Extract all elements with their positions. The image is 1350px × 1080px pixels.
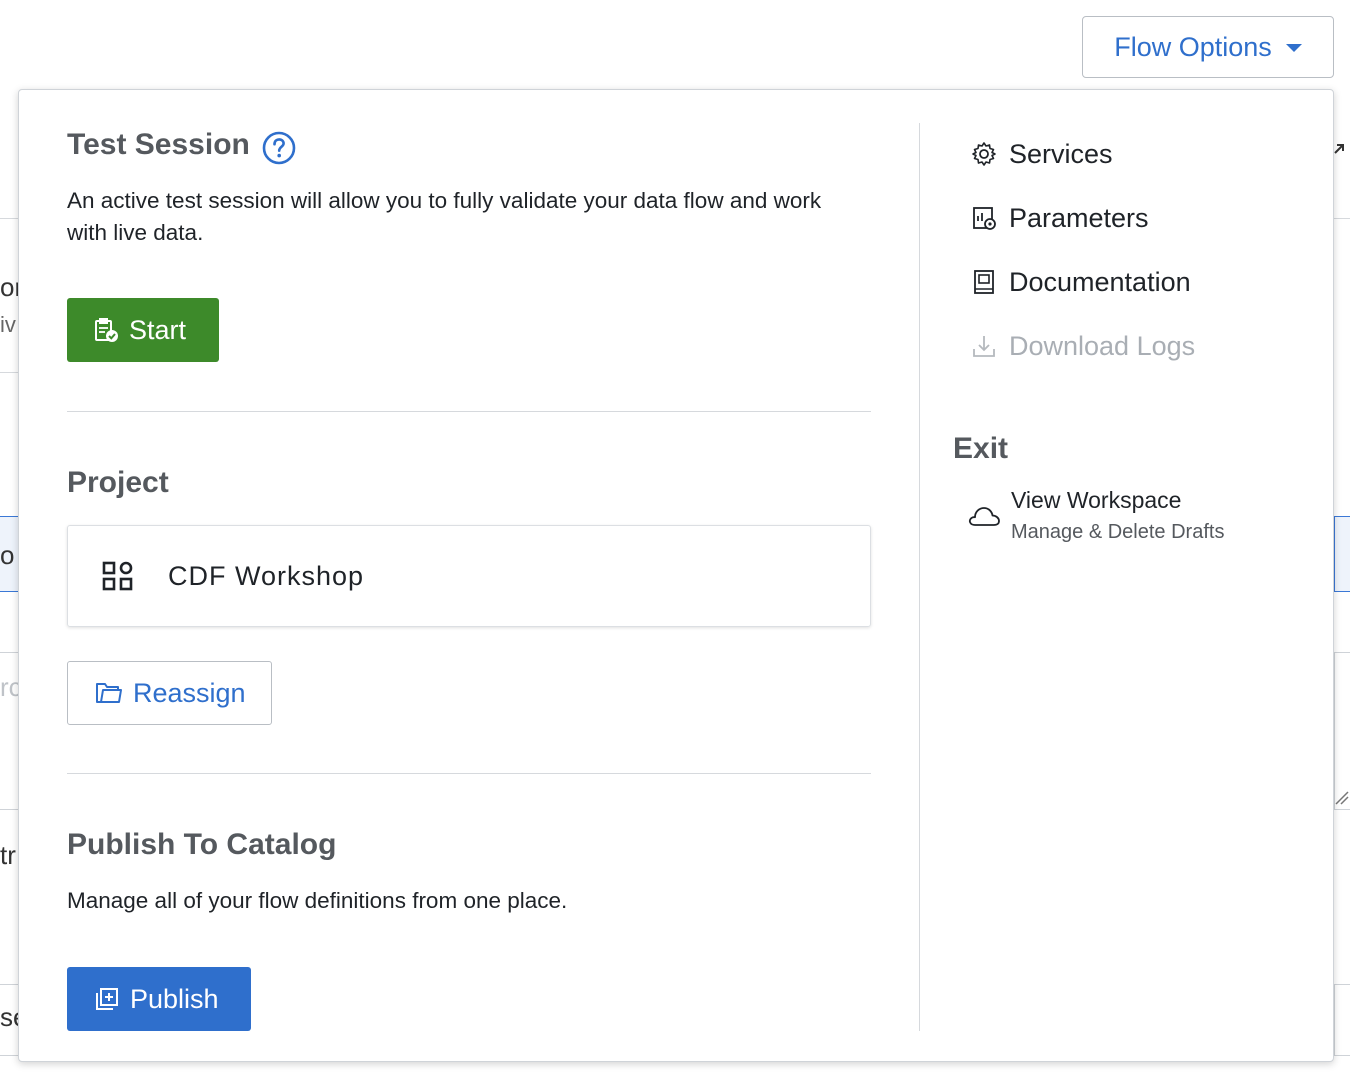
test-session-description: An active test session will allow you to…	[67, 188, 822, 245]
publish-description: Manage all of your flow definitions from…	[67, 888, 568, 913]
reassign-label: Reassign	[133, 677, 246, 708]
project-name: CDF Workshop	[168, 560, 365, 591]
column-divider	[919, 123, 920, 1031]
download-icon	[973, 336, 995, 357]
help-icon[interactable]	[262, 131, 296, 165]
menu-label-download-logs: Download Logs	[1009, 330, 1196, 361]
menu-label-services: Services	[1009, 138, 1113, 169]
clipboard-check-icon	[95, 318, 118, 342]
section-divider	[67, 411, 871, 412]
reassign-button[interactable]: Reassign	[67, 661, 272, 725]
background-text: o	[0, 540, 15, 570]
background-field	[1334, 516, 1350, 592]
publish-button[interactable]: Publish	[67, 967, 251, 1031]
background-text: iv	[0, 312, 16, 337]
start-button[interactable]: Start	[67, 298, 219, 362]
view-workspace-label: View Workspace	[1011, 487, 1182, 513]
menu-item-documentation[interactable]: Documentation	[971, 262, 1191, 302]
background-divider	[0, 372, 18, 373]
section-divider	[67, 773, 871, 774]
publish-label: Publish	[130, 983, 219, 1014]
book-icon	[974, 270, 994, 294]
parameters-icon	[973, 207, 996, 230]
menu-item-services[interactable]: Services	[971, 134, 1113, 174]
project-grid-icon	[102, 561, 133, 591]
view-workspace-link[interactable]: View Workspace Manage & Delete Drafts	[967, 484, 1224, 548]
exit-title: Exit	[953, 432, 1009, 465]
publish-title: Publish To Catalog	[67, 828, 337, 861]
flow-options-button[interactable]: Flow Options	[1082, 16, 1334, 78]
background-field	[1334, 652, 1350, 810]
background-field	[1334, 984, 1350, 1056]
menu-label-parameters: Parameters	[1009, 202, 1149, 233]
view-workspace-sublabel: Manage & Delete Drafts	[1011, 521, 1225, 543]
menu-label-documentation: Documentation	[1009, 266, 1191, 297]
background-divider	[0, 218, 18, 219]
project-card: CDF Workshop	[67, 525, 871, 627]
folder-icon	[96, 683, 122, 703]
add-to-library-icon	[96, 988, 118, 1010]
gear-icon	[972, 142, 996, 166]
resize-handle-icon	[1335, 791, 1349, 805]
menu-item-download-logs[interactable]: Download Logs	[971, 326, 1195, 366]
flow-options-label: Flow Options	[1114, 31, 1272, 62]
background-divider	[1334, 218, 1350, 219]
background-text: tr	[0, 840, 16, 870]
start-label: Start	[129, 314, 187, 345]
menu-item-parameters[interactable]: Parameters	[971, 198, 1149, 238]
test-session-title: Test Session	[67, 128, 250, 161]
cloud-icon	[968, 507, 1000, 526]
flow-options-panel: Test Session An active test session will…	[18, 89, 1334, 1062]
project-title: Project	[67, 466, 169, 499]
chevron-down-icon	[1285, 44, 1302, 52]
expand-icon	[1334, 144, 1344, 154]
